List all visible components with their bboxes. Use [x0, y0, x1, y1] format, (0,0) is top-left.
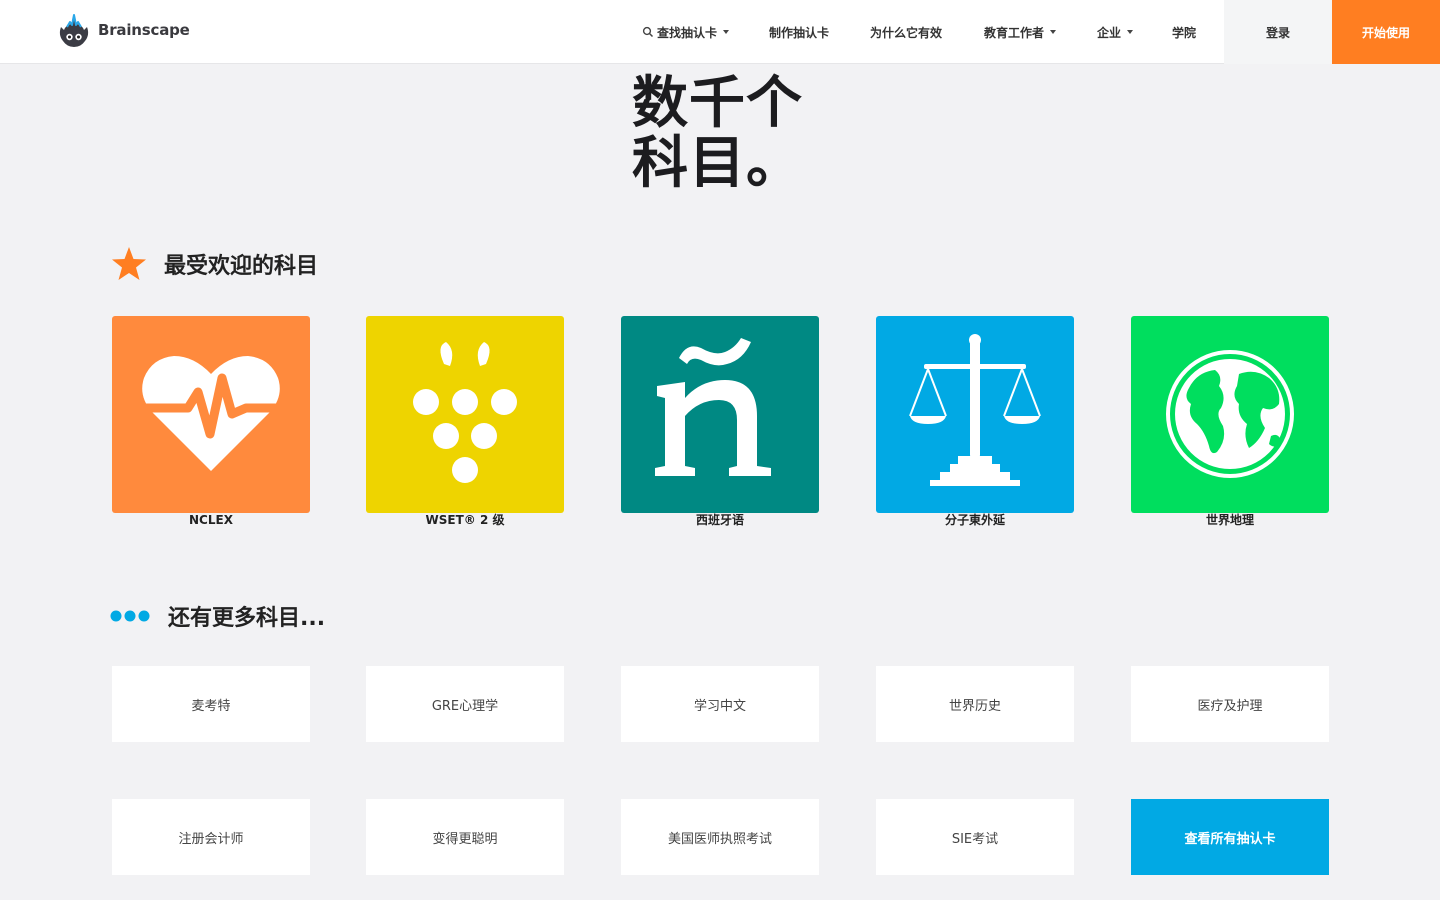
nav-find-label: 查找抽认卡: [657, 25, 718, 40]
nav-make-label: 制作抽认卡: [769, 25, 830, 40]
subject-label: 西班牙语: [695, 513, 744, 527]
subject-link[interactable]: 美国医师执照考试: [621, 799, 819, 875]
nav-business-label: 企业: [1097, 25, 1122, 40]
view-all-flashcards-button[interactable]: 查看所有抽认卡: [1131, 799, 1329, 875]
scales-icon: [876, 316, 1074, 513]
brand-name: Brainscape: [98, 21, 190, 39]
page-title: 数千个 科目。: [632, 74, 932, 194]
login-button[interactable]: 登录: [1224, 0, 1332, 64]
subject-link[interactable]: 变得更聪明: [366, 799, 564, 875]
brain-mascot-icon: [57, 11, 91, 49]
subject-link[interactable]: SIE考试: [876, 799, 1074, 875]
subject-label: NCLEX: [189, 513, 233, 527]
subject-link[interactable]: 世界历史: [876, 666, 1074, 742]
nav-educators[interactable]: 教育工作者: [984, 0, 1057, 64]
subject-link[interactable]: 医疗及护理: [1131, 666, 1329, 742]
nav-academy[interactable]: 学院: [1172, 0, 1196, 64]
n-tilde-icon: [621, 316, 819, 513]
ellipsis-dots-icon: [110, 610, 150, 622]
subject-link[interactable]: 麦考特: [112, 666, 310, 742]
nav-find-flashcards[interactable]: 查找抽认卡: [642, 0, 730, 64]
subject-link[interactable]: GRE心理学: [366, 666, 564, 742]
nav-make-flashcards[interactable]: 制作抽认卡: [769, 0, 829, 64]
subject-tile-law[interactable]: 分子東外延: [876, 316, 1074, 527]
more-subjects-heading: 还有更多科目...: [110, 600, 325, 632]
subject-tile-nclex[interactable]: NCLEX: [112, 316, 310, 527]
chevron-down-icon: [723, 30, 730, 34]
nav-educators-label: 教育工作者: [984, 25, 1045, 40]
search-icon: [642, 26, 654, 38]
subject-label: 世界地理: [1205, 513, 1254, 527]
chevron-down-icon: [1050, 30, 1057, 34]
subject-tile-spanish[interactable]: 西班牙语: [621, 316, 819, 527]
nav-business[interactable]: 企业: [1097, 0, 1134, 64]
chevron-down-icon: [1127, 30, 1134, 34]
more-subjects-title: 还有更多科目...: [168, 606, 326, 631]
subject-label: 分子東外延: [944, 513, 1005, 527]
nav-academy-label: 学院: [1172, 25, 1197, 40]
subject-link[interactable]: 注册会计师: [112, 799, 310, 875]
star-icon: [112, 247, 146, 280]
subject-tile-wset[interactable]: WSET® 2 级: [366, 316, 564, 527]
subject-tile-geography[interactable]: 世界地理: [1131, 316, 1329, 527]
popular-subjects-title: 最受欢迎的科目: [164, 254, 319, 279]
subject-link[interactable]: 学习中文: [621, 666, 819, 742]
grapes-icon: [366, 316, 564, 513]
nav-why-it-works[interactable]: 为什么它有效: [870, 0, 942, 64]
heart-pulse-icon: [112, 316, 310, 513]
popular-subjects-heading: 最受欢迎的科目: [110, 246, 318, 282]
get-started-button[interactable]: 开始使用: [1332, 0, 1440, 64]
subject-label: WSET® 2 级: [425, 513, 505, 527]
globe-icon: [1131, 316, 1329, 513]
brand-logo[interactable]: Brainscape: [57, 11, 190, 49]
page-title-line1: 数千个: [632, 71, 803, 136]
page-title-line2: 科目。: [632, 131, 803, 196]
nav-why-label: 为什么它有效: [870, 25, 943, 40]
top-navbar: Brainscape 查找抽认卡 制作抽认卡 为什么它有效 教育工作者 企业 学…: [0, 0, 1440, 64]
